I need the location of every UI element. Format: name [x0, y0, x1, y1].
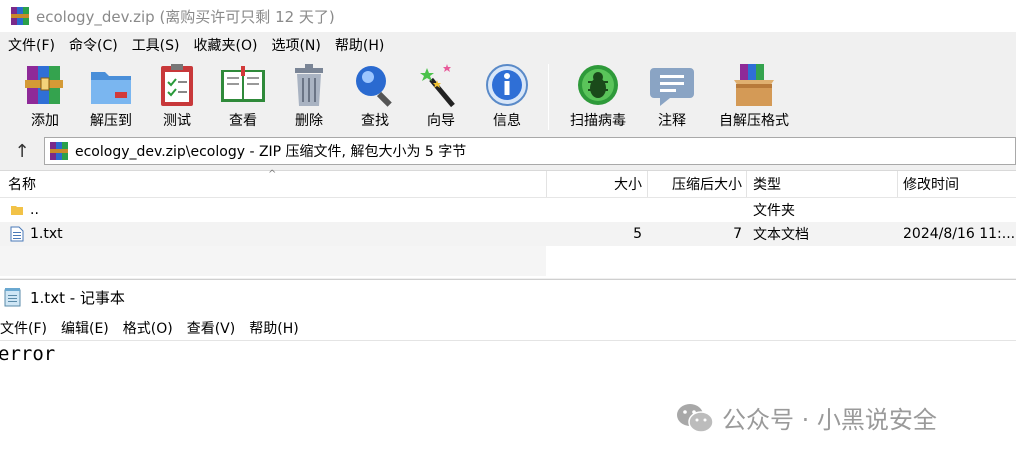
menu-commands[interactable]: 命令(C)	[69, 35, 118, 55]
sfx-button[interactable]: 自解压格式	[705, 58, 803, 132]
column-packed-size[interactable]: 压缩后大小	[649, 171, 742, 197]
file-name: 1.txt	[30, 226, 63, 242]
notepad-menu-help[interactable]: 帮助(H)	[249, 318, 298, 338]
notepad-icon	[4, 288, 21, 307]
file-size	[548, 198, 642, 222]
test-button[interactable]: 测试	[144, 58, 210, 132]
watermark: 公众号 · 小黑说安全	[676, 400, 937, 435]
extract-label: 解压到	[90, 113, 132, 129]
address-bar: ↑ ecology_dev.zip\ecology - ZIP 压缩文件, 解包…	[0, 135, 1016, 167]
up-arrow-icon[interactable]: ↑	[0, 136, 44, 166]
file-type: 文本文档	[753, 227, 809, 243]
wechat-icon	[677, 403, 714, 433]
notepad-menu-format[interactable]: 格式(O)	[123, 318, 173, 338]
file-size: 5	[633, 226, 642, 242]
winrar-window: ecology_dev.zip (离购买许可只剩 12 天了) 文件(F) 命令…	[0, 0, 1016, 280]
table-row[interactable]: .. 文件夹	[0, 198, 1016, 222]
add-label: 添加	[31, 113, 59, 129]
text-file-icon	[10, 226, 24, 242]
file-packed-size: 7	[733, 226, 742, 242]
virus-scan-label: 扫描病毒	[570, 113, 626, 129]
virus-scan-button[interactable]: 扫描病毒	[557, 58, 639, 132]
comment-button[interactable]: 注释	[639, 58, 705, 132]
address-field[interactable]: ecology_dev.zip\ecology - ZIP 压缩文件, 解包大小…	[44, 137, 1016, 165]
magnifier-icon	[356, 66, 392, 107]
trash-can-icon	[295, 64, 323, 106]
winrar-titlebar: ecology_dev.zip (离购买许可只剩 12 天了)	[0, 0, 1016, 32]
delete-button[interactable]: 删除	[276, 58, 342, 132]
address-path: ecology_dev.zip\ecology - ZIP 压缩文件, 解包大小…	[75, 144, 467, 160]
view-label: 查看	[229, 113, 257, 129]
find-button[interactable]: 查找	[342, 58, 408, 132]
notepad-menubar: 文件(F) 编辑(E) 格式(O) 查看(V) 帮助(H)	[0, 315, 1016, 341]
column-type[interactable]: 类型	[753, 171, 893, 197]
clipboard-check-icon	[161, 64, 193, 106]
add-archive-icon	[25, 66, 63, 104]
file-packed-size	[649, 198, 742, 222]
info-label: 信息	[493, 113, 521, 129]
watermark-text: 公众号 · 小黑说安全	[722, 406, 937, 434]
notepad-menu-edit[interactable]: 编辑(E)	[61, 318, 109, 338]
view-button[interactable]: 查看	[210, 58, 276, 132]
comment-label: 注释	[658, 113, 686, 129]
window-title: ecology_dev.zip (离购买许可只剩 12 天了)	[36, 7, 335, 26]
magic-wand-icon	[420, 64, 455, 108]
menu-tools[interactable]: 工具(S)	[132, 35, 180, 55]
find-label: 查找	[361, 113, 389, 129]
table-row[interactable]: 1.txt 5 7 文本文档 2024/8/16 11:...	[0, 222, 1016, 246]
archive-icon	[50, 142, 68, 160]
wizard-button[interactable]: 向导	[408, 58, 474, 132]
test-label: 测试	[163, 113, 191, 129]
sfx-label: 自解压格式	[719, 113, 789, 129]
notepad-menu-view[interactable]: 查看(V)	[187, 318, 236, 338]
info-button[interactable]: 信息	[474, 58, 540, 132]
file-list: ^ 名称 大小 压缩后大小 类型 修改时间 .. 文件夹 1.txt 5 7 文…	[0, 169, 1016, 278]
notepad-title: 1.txt - 记事本	[30, 288, 125, 307]
column-size[interactable]: 大小	[548, 171, 642, 197]
menu-options[interactable]: 选项(N)	[271, 35, 320, 55]
extract-to-button[interactable]: 解压到	[78, 58, 144, 132]
menu-file[interactable]: 文件(F)	[8, 35, 55, 55]
notepad-menu-file[interactable]: 文件(F)	[0, 318, 47, 338]
file-list-header: ^ 名称 大小 压缩后大小 类型 修改时间	[0, 169, 1016, 198]
file-name: ..	[30, 202, 39, 218]
menu-help[interactable]: 帮助(H)	[335, 35, 384, 55]
folder-icon	[11, 206, 23, 215]
notepad-text-area[interactable]: error	[0, 343, 55, 365]
bug-scan-icon	[578, 65, 618, 105]
wizard-label: 向导	[427, 113, 455, 129]
column-modified[interactable]: 修改时间	[903, 171, 1015, 197]
column-name[interactable]: 名称	[8, 171, 538, 197]
open-book-icon	[221, 66, 265, 102]
winrar-app-icon	[11, 7, 29, 25]
sfx-box-icon	[734, 64, 774, 106]
empty-row	[0, 246, 546, 276]
speech-bubble-icon	[650, 68, 694, 106]
folder-extract-icon	[91, 72, 131, 104]
toolbar-separator	[548, 64, 549, 130]
delete-label: 删除	[295, 113, 323, 129]
menu-favorites[interactable]: 收藏夹(O)	[194, 35, 258, 55]
file-modified: 2024/8/16 11:...	[903, 226, 1016, 242]
winrar-toolbar: 添加 解压到 测试 查看 删除 查找 向导 信息 扫描病毒 注释 自解压格式	[0, 58, 1016, 134]
add-button[interactable]: 添加	[12, 58, 78, 132]
notepad-titlebar: 1.txt - 记事本	[0, 281, 1016, 313]
winrar-menubar: 文件(F) 命令(C) 工具(S) 收藏夹(O) 选项(N) 帮助(H)	[0, 32, 1016, 58]
file-type: 文件夹	[753, 203, 795, 219]
info-icon	[486, 64, 528, 106]
